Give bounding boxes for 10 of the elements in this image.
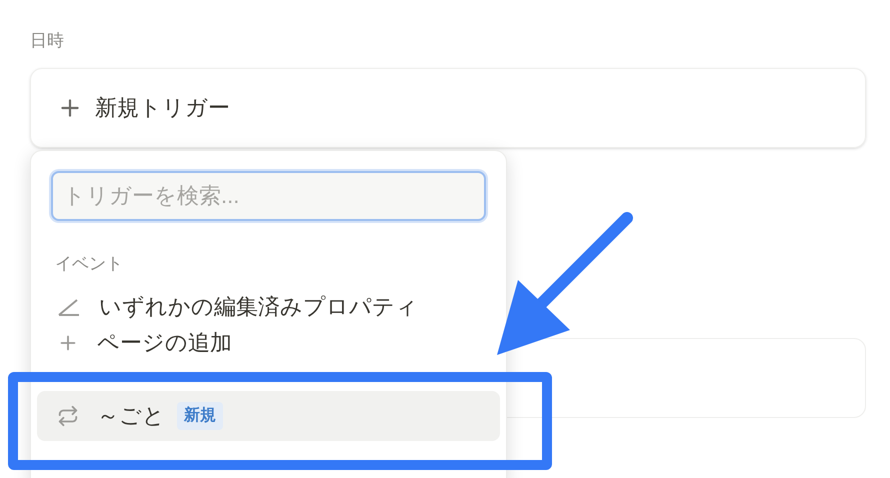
menu-item[interactable]: ～ごと 新規 xyxy=(37,390,500,440)
menu-item[interactable]: いずれかの編集済みプロパティ xyxy=(37,288,500,324)
pencil-icon xyxy=(57,296,81,316)
menu-item[interactable]: ページの追加 xyxy=(37,324,500,360)
search-field[interactable]: トリガーを検索... xyxy=(51,171,486,221)
new-badge: 新規 xyxy=(177,402,223,430)
section-heading: イベント xyxy=(55,253,123,275)
repeat-icon xyxy=(57,404,79,426)
field-label: 日時 xyxy=(30,30,64,52)
new-trigger-button[interactable]: 新規トリガー xyxy=(30,68,866,148)
